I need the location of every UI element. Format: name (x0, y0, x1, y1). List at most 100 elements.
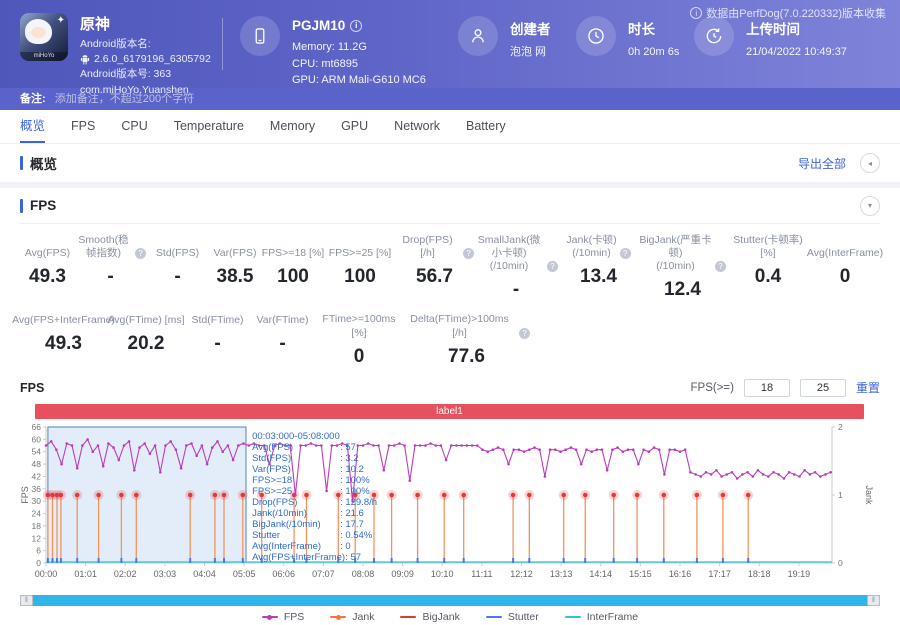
legend-label: FPS (284, 611, 304, 623)
stat-metric: Avg(FTime) [ms]20.2 (107, 313, 185, 367)
stat-metric: FTime>=100ms [%]0 (315, 313, 403, 367)
duration-value: 0h 20m 6s (628, 44, 679, 61)
report-header: 数据由PerfDog(7.0.220332)版本收集 miHoYo 原神 And… (0, 0, 900, 88)
legend-item-jank[interactable]: Jank (330, 611, 374, 623)
stat-value: - (146, 266, 209, 288)
tab-network[interactable]: Network (394, 110, 440, 143)
svg-text:30: 30 (32, 496, 42, 506)
stat-label: FPS>=18 [%] (262, 247, 324, 260)
tab-overview[interactable]: 概览 (20, 110, 45, 143)
svg-text:1: 1 (838, 490, 843, 500)
stat-label: Avg(FPS) (25, 247, 70, 260)
scrollbar-left-handle[interactable] (20, 595, 33, 606)
stat-metric: SmallJank(微小卡顿) (/10min)- (474, 234, 558, 301)
stat-value: 13.4 (558, 266, 639, 288)
svg-text:66: 66 (32, 422, 42, 432)
stat-metric: BigJank(严重卡顿) (/10min)12.4 (639, 234, 726, 301)
stat-value: 38.5 (209, 266, 261, 288)
svg-text:Avg(FPS+InterFrame): Avg(FPS+InterFrame) (252, 552, 345, 563)
legend-item-bigjank[interactable]: BigJank (400, 611, 459, 623)
stat-metric: Drop(FPS) [/h]56.7 (395, 234, 474, 301)
help-icon[interactable] (715, 261, 726, 272)
svg-text:01:01: 01:01 (74, 569, 97, 579)
chart-tooltip: 00:03:000-05:08:000Avg(FPS): 57Std(FPS):… (252, 431, 377, 563)
stat-label: Jank(卡顿) (/10min) (566, 234, 616, 260)
export-all-link[interactable]: 导出全部 (798, 155, 846, 172)
help-icon[interactable] (135, 248, 146, 259)
svg-text:05:05: 05:05 (233, 569, 256, 579)
tab-battery[interactable]: Battery (466, 110, 506, 143)
svg-text:: 0: : 0 (340, 541, 351, 552)
tab-fps[interactable]: FPS (71, 110, 95, 143)
upload-card: 上传时间 21/04/2022 10:49:37 (694, 16, 847, 61)
stat-value: 100 (325, 266, 395, 288)
stat-value: 49.3 (20, 266, 75, 288)
svg-text:17:17: 17:17 (708, 569, 731, 579)
fps-stats-row-2: Avg(FPS+InterFrame)49.3Avg(FTime) [ms]20… (0, 313, 900, 367)
stat-value: 20.2 (107, 333, 185, 355)
help-icon[interactable] (519, 328, 530, 339)
app-icon: miHoYo (20, 13, 68, 61)
svg-text:6: 6 (36, 545, 41, 555)
legend-mark (400, 616, 416, 618)
stat-value: 0 (810, 266, 880, 288)
fps-section-header: FPS (20, 188, 880, 224)
help-icon[interactable] (547, 261, 558, 272)
stat-value: - (250, 333, 315, 355)
chart-scrollbar[interactable] (20, 595, 880, 606)
tab-gpu[interactable]: GPU (341, 110, 368, 143)
stat-metric: FPS>=25 [%]100 (325, 234, 395, 301)
stat-metric: Avg(FPS) 49.3 (20, 234, 75, 301)
svg-text:19:19: 19:19 (788, 569, 811, 579)
device-cpu: CPU: mt6895 (292, 56, 426, 73)
tab-temperature[interactable]: Temperature (174, 110, 244, 143)
stat-label: Std(FTime) (191, 314, 243, 327)
svg-text:FPS: FPS (20, 486, 30, 504)
svg-text:Jank(/10min): Jank(/10min) (252, 508, 307, 519)
app-version: 2.6.0_6179196_6305792 (94, 52, 211, 67)
stat-label: Stutter(卡顿率) [%] (726, 234, 810, 260)
android-version-label: Android版本名: (80, 37, 211, 52)
chart-marker-label[interactable]: label1 (35, 404, 864, 419)
phone-icon (250, 25, 270, 47)
collapse-panel-button[interactable] (860, 153, 880, 173)
svg-text:04:04: 04:04 (193, 569, 216, 579)
android-build: Android版本号: 363 (80, 67, 211, 82)
help-icon[interactable] (463, 248, 474, 259)
help-icon[interactable] (620, 248, 631, 259)
svg-text:Jank: Jank (864, 485, 874, 505)
stat-label: Avg(FPS+InterFrame) (12, 314, 115, 327)
tab-cpu[interactable]: CPU (121, 110, 147, 143)
chart-legend: FPS Jank BigJank Stutter InterFrame (20, 610, 880, 625)
svg-text:: 57: : 57 (345, 552, 361, 563)
star-icon (57, 15, 65, 26)
stat-value: - (75, 266, 146, 288)
tab-memory[interactable]: Memory (270, 110, 315, 143)
svg-text:Avg(InterFrame): Avg(InterFrame) (252, 541, 321, 552)
device-card: PGJM10 Memory: 11.2G CPU: mt6895 GPU: AR… (240, 16, 426, 89)
svg-text:: 3.2: : 3.2 (340, 453, 359, 464)
legend-mark (486, 616, 502, 618)
stat-metric: Var(FTime)- (250, 313, 315, 367)
fps-chart[interactable]: 061218243036424854606601200:0001:0102:02… (20, 421, 880, 589)
fps-threshold-input-2[interactable] (800, 379, 846, 397)
svg-text:13:13: 13:13 (550, 569, 573, 579)
legend-item-fps[interactable]: FPS (262, 611, 304, 623)
stat-metric: Std(FTime)- (185, 313, 250, 367)
stat-metric: Delta(FTime)>100ms [/h]77.6 (403, 313, 530, 367)
legend-item-stutter[interactable]: Stutter (486, 611, 539, 623)
svg-text:36: 36 (32, 483, 42, 493)
svg-text:14:14: 14:14 (589, 569, 612, 579)
stat-value: 56.7 (395, 266, 474, 288)
scrollbar-right-handle[interactable] (867, 595, 880, 606)
svg-text:07:07: 07:07 (312, 569, 335, 579)
svg-text:Drop(FPS): Drop(FPS) (252, 497, 297, 508)
legend-item-interframe[interactable]: InterFrame (565, 611, 638, 623)
collapse-fps-button[interactable] (860, 196, 880, 216)
device-info-icon[interactable] (350, 20, 362, 32)
fps-threshold-input-1[interactable] (744, 379, 790, 397)
stat-value: 0.4 (726, 266, 810, 288)
stat-label: Delta(FTime)>100ms [/h] (403, 313, 516, 339)
reset-link[interactable]: 重置 (856, 379, 880, 396)
svg-text:60: 60 (32, 434, 42, 444)
